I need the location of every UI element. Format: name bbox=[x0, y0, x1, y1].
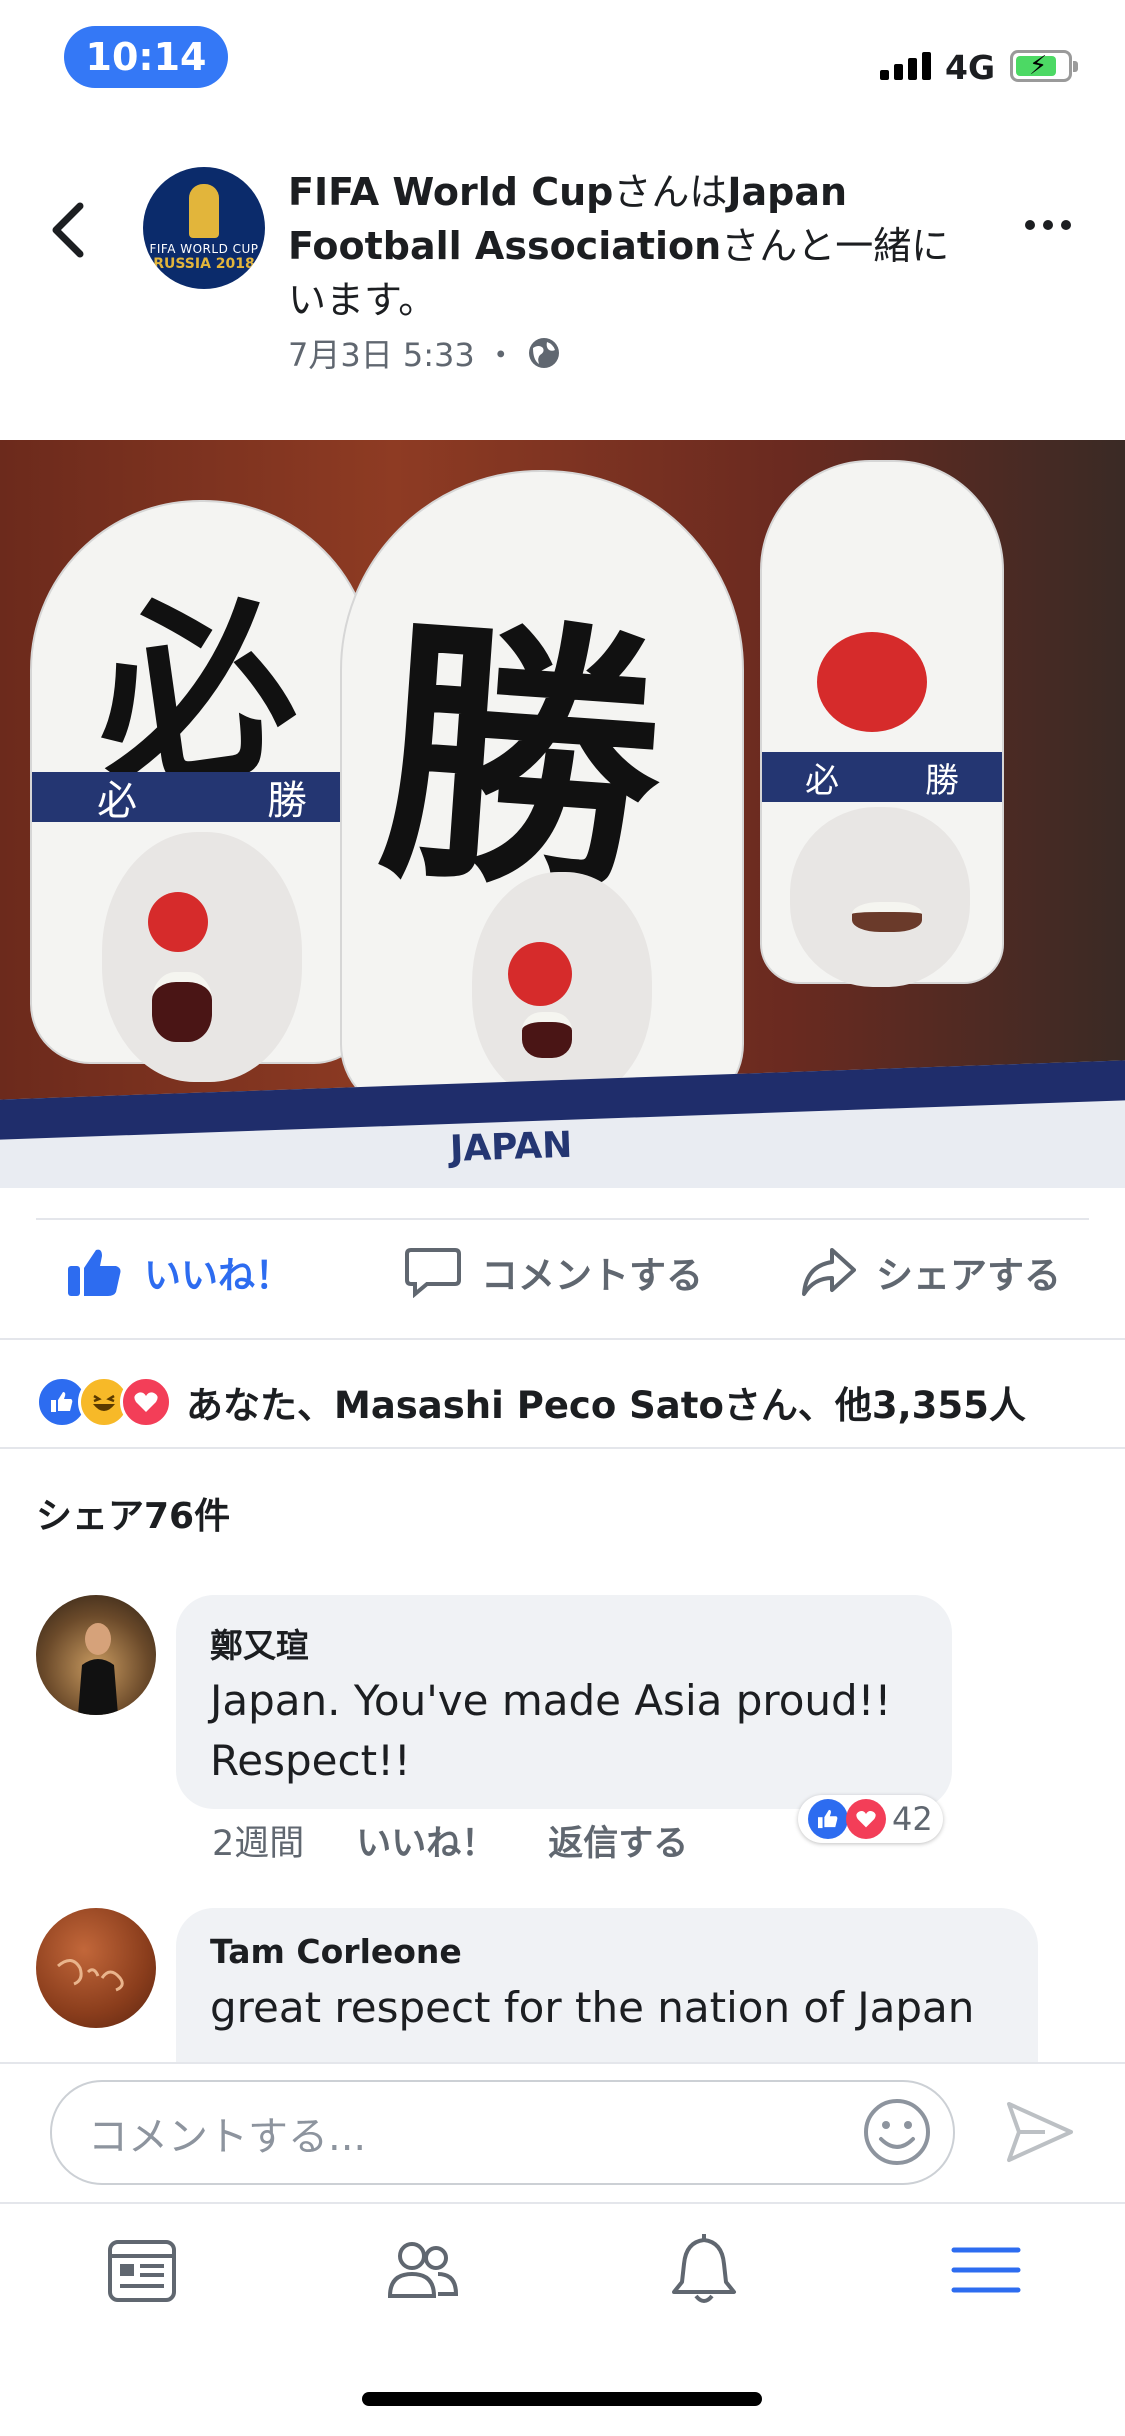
back-icon[interactable] bbox=[50, 200, 86, 260]
divider bbox=[0, 1447, 1125, 1449]
share-icon bbox=[802, 1248, 856, 1296]
comment-button[interactable]: コメントする bbox=[405, 1245, 703, 1299]
post-date[interactable]: 7月3日 5:33 bbox=[288, 330, 475, 376]
send-icon[interactable] bbox=[1005, 2100, 1075, 2164]
love-reaction-icon bbox=[120, 1376, 172, 1428]
menu-icon[interactable] bbox=[946, 2230, 1026, 2310]
battery-icon: ⚡ bbox=[1010, 50, 1078, 82]
comment-input[interactable]: コメントする... bbox=[50, 2080, 955, 2185]
divider bbox=[0, 1338, 1125, 1340]
divider bbox=[0, 2202, 1125, 2204]
comment-text: great respect for the nation of Japan bbox=[210, 1983, 975, 2032]
emoji-icon[interactable] bbox=[862, 2097, 932, 2167]
love-reaction-icon bbox=[846, 1799, 886, 1839]
network-type: 4G bbox=[945, 48, 996, 87]
comment-like-button[interactable]: いいね！ bbox=[356, 1815, 496, 1866]
divider bbox=[36, 1218, 1089, 1220]
signal-icon bbox=[880, 52, 931, 80]
globe-icon bbox=[528, 338, 559, 368]
page-avatar[interactable]: FIFA WORLD CUP RUSSIA 2018 bbox=[143, 167, 265, 289]
news-feed-icon[interactable] bbox=[102, 2230, 182, 2310]
comment-icon bbox=[405, 1248, 461, 1298]
reaction-count: 42 bbox=[892, 1800, 933, 1838]
comment-bubble[interactable]: 鄭又瑄 Japan. You've made Asia proud!! Resp… bbox=[176, 1595, 952, 1809]
like-button[interactable]: いいね！ bbox=[66, 1245, 292, 1299]
notifications-icon[interactable] bbox=[664, 2230, 744, 2310]
reactions-text: あなた、Masashi Peco Satoさん、他3,355人 bbox=[186, 1384, 1026, 1427]
comment-author[interactable]: Tam Corleone bbox=[210, 1932, 462, 1971]
comment-author[interactable]: 鄭又瑄 bbox=[210, 1619, 309, 1667]
friends-icon[interactable] bbox=[382, 2230, 462, 2310]
comment-reply-button[interactable]: 返信する bbox=[548, 1815, 688, 1866]
trophy-icon bbox=[189, 184, 219, 238]
more-options-icon[interactable] bbox=[1025, 220, 1071, 230]
shares-count[interactable]: シェア76件 bbox=[36, 1487, 230, 1539]
like-reaction-icon bbox=[808, 1799, 848, 1839]
page-name-link[interactable]: FIFA World Cup bbox=[288, 170, 613, 214]
thumbs-up-icon bbox=[68, 1249, 121, 1296]
post-meta: 7月3日 5:33 ・ bbox=[288, 330, 561, 376]
post-photo[interactable]: 必 必勝 勝 必勝 JAPAN bbox=[0, 440, 1125, 1188]
photo-banner: JAPAN bbox=[0, 1059, 1125, 1188]
post-title: FIFA World CupさんはJapan Football Associat… bbox=[288, 170, 950, 322]
reactions-summary[interactable]: あなた、Masashi Peco Satoさん、他3,355人 bbox=[36, 1375, 1026, 1429]
share-button[interactable]: シェアする bbox=[800, 1245, 1061, 1299]
divider bbox=[0, 2062, 1125, 2064]
home-indicator[interactable] bbox=[362, 2392, 762, 2406]
comment-time: 2週間 bbox=[212, 1824, 305, 1864]
comment-reactions[interactable]: 42 bbox=[798, 1795, 943, 1843]
commenter-avatar[interactable] bbox=[36, 1595, 156, 1715]
comment-bubble[interactable]: Tam Corleone great respect for the natio… bbox=[176, 1908, 1038, 2068]
commenter-avatar[interactable] bbox=[36, 1908, 156, 2028]
comment-actions: 2週間 いいね！ 返信する bbox=[212, 1815, 688, 1866]
comment-text: Japan. You've made Asia proud!! Respect!… bbox=[210, 1676, 892, 1785]
status-time: 10:14 bbox=[64, 26, 228, 88]
